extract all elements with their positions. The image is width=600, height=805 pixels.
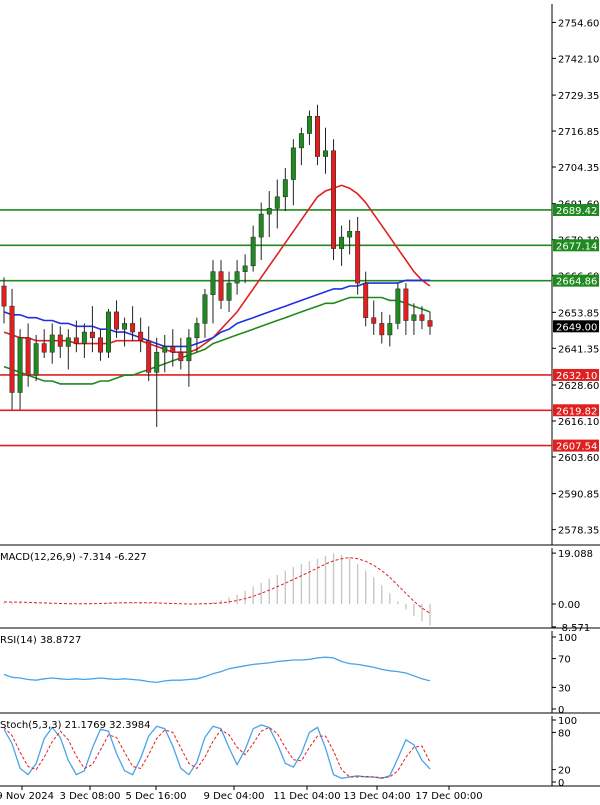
macd-tick-label: 19.088 — [558, 549, 593, 560]
x-tick-label: 9 Dec 04:00 — [204, 791, 265, 801]
candle-body — [282, 179, 288, 198]
rsi-tick-label: 0 — [558, 705, 564, 716]
price-tick-label: 2729.35 — [558, 91, 599, 102]
macd-title: MACD(12,26,9) -7.314 -6.227 — [0, 552, 147, 563]
candle-body — [49, 334, 55, 353]
chart-svg: 2754.602742.102729.352716.852704.352691.… — [0, 4, 600, 802]
stoch-title: Stoch(5,3,3) 21.1769 32.3984 — [0, 720, 151, 731]
rsi-tick-label: 100 — [558, 633, 577, 644]
candle-body — [347, 231, 353, 238]
candle-body — [387, 323, 393, 336]
price-tick-label: 2603.60 — [558, 453, 599, 464]
candle-body — [130, 323, 136, 333]
candle-body — [146, 340, 152, 373]
candle-body — [298, 133, 304, 149]
candle-body — [403, 288, 409, 321]
x-tick-label: 3 Dec 08:00 — [60, 791, 121, 801]
x-tick-label: 11 Dec 04:00 — [273, 791, 340, 801]
stoch-tick-label: 20 — [558, 766, 571, 777]
candle-body — [202, 294, 208, 324]
candle-body — [306, 115, 312, 134]
x-tick-label: 13 Dec 04:00 — [343, 791, 410, 801]
candle-body — [9, 305, 15, 393]
price-tick-label: 2578.35 — [558, 526, 599, 537]
candle-body — [162, 346, 168, 353]
stoch-tick-label: 100 — [558, 716, 577, 727]
candle-body — [97, 337, 103, 353]
candle-body — [170, 346, 176, 353]
candle-body — [419, 314, 425, 321]
candle-body — [323, 150, 328, 157]
price-tick-label: 2742.10 — [558, 54, 599, 65]
price-tick-label: 2754.60 — [558, 18, 599, 29]
stoch-tick-label: 0 — [558, 778, 564, 789]
candle-body — [371, 317, 377, 324]
candle-body — [250, 236, 256, 267]
candle-body — [315, 115, 320, 157]
candle-body — [186, 337, 192, 362]
x-tick-label: 17 Dec 00:00 — [415, 791, 482, 801]
rsi-tick-label: 30 — [558, 683, 571, 694]
candle-body — [379, 323, 385, 336]
candle-body — [154, 351, 160, 373]
candle-body — [290, 147, 296, 180]
candle-body — [427, 320, 433, 327]
candle-body — [178, 351, 184, 362]
macd-tick-label: 0.00 — [558, 600, 580, 611]
candle-body — [114, 311, 119, 330]
price-tick-label: 2704.35 — [558, 163, 599, 174]
rsi-title: RSI(14) 38.8727 — [0, 635, 81, 646]
candle-body — [411, 314, 417, 321]
candle-body — [339, 236, 345, 249]
level-label: 2677.14 — [556, 241, 597, 252]
rsi-line — [3, 656, 431, 684]
x-tick-label: 5 Dec 16:00 — [126, 791, 187, 801]
candle-body — [89, 331, 95, 339]
candle-body — [73, 337, 79, 344]
trading-chart: 2754.602742.102729.352716.852704.352691.… — [0, 0, 600, 802]
stoch-main-line — [3, 724, 431, 779]
candle-body — [226, 282, 232, 301]
candle-body — [355, 231, 361, 284]
candle-body — [194, 323, 200, 339]
candle-body — [65, 337, 71, 347]
candle-body — [138, 331, 144, 341]
candle-body — [331, 150, 337, 249]
candle-body — [274, 196, 280, 209]
candle-body — [106, 311, 111, 353]
x-tick-label: 29 Nov 2024 — [0, 791, 54, 801]
price-tick-label: 2616.10 — [558, 417, 599, 428]
candle-body — [81, 331, 87, 344]
candle-body — [17, 337, 23, 393]
current-price-label: 2649.00 — [556, 322, 597, 333]
level-label: 2664.86 — [556, 277, 597, 288]
candle-body — [1, 285, 7, 307]
candle-body — [25, 337, 31, 376]
candle-body — [57, 334, 63, 347]
level-label: 2689.42 — [556, 206, 597, 217]
candle-body — [234, 271, 240, 284]
candle-body — [395, 288, 401, 324]
level-label: 2632.10 — [556, 371, 597, 382]
candle-body — [258, 213, 264, 238]
rsi-tick-label: 70 — [558, 655, 571, 666]
candle-body — [242, 265, 248, 272]
level-label: 2619.82 — [556, 406, 597, 417]
candle-body — [210, 271, 216, 295]
price-tick-label: 2641.35 — [558, 344, 599, 355]
price-tick-label: 2590.85 — [558, 490, 599, 501]
price-tick-label: 2653.85 — [558, 308, 599, 319]
candle-body — [266, 208, 272, 215]
stoch-tick-label: 80 — [558, 728, 571, 739]
candle-body — [33, 343, 39, 376]
level-label: 2607.54 — [556, 442, 597, 453]
candle-body — [363, 282, 369, 318]
candle-body — [122, 323, 128, 330]
price-tick-label: 2628.60 — [558, 381, 599, 392]
price-tick-label: 2716.85 — [558, 127, 599, 138]
stoch-signal-line — [3, 726, 431, 779]
candle-body — [41, 343, 47, 353]
candle-body — [218, 271, 224, 301]
